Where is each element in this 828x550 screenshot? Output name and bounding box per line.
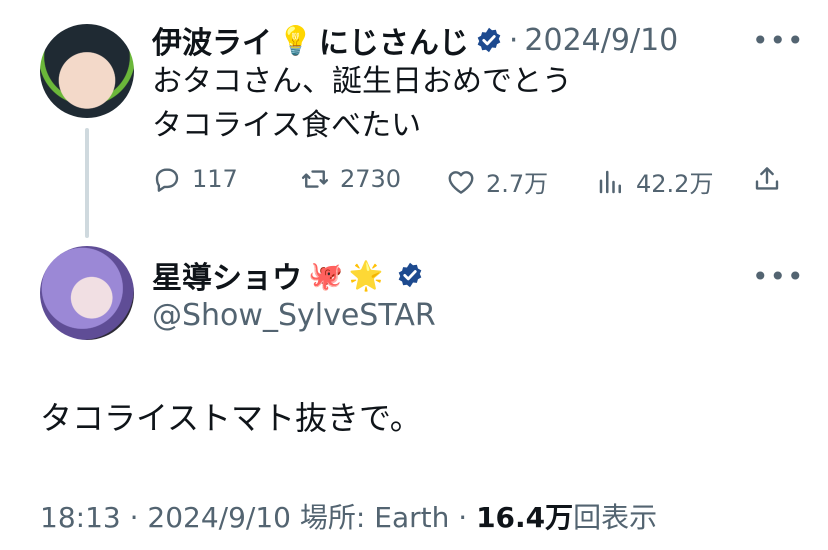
reply-header: 星導ショウ 🐙 🌟 (152, 254, 424, 296)
parent-avatar[interactable] (40, 24, 134, 118)
footer-location: Earth (374, 501, 450, 534)
verified-badge-icon (398, 262, 422, 288)
reply-handle[interactable]: @Show_SylveSTAR (152, 298, 436, 333)
reply-icon (155, 168, 179, 192)
more-icon[interactable]: ••• (752, 24, 805, 57)
octopus-emoji: 🐙 (308, 258, 343, 292)
footer-views-count: 16.4万 (476, 501, 574, 534)
parent-author-suffix[interactable]: にじさんじ (319, 18, 469, 62)
parent-text-line1: おタコさん、誕生日おめでとう (152, 64, 572, 99)
footer-time[interactable]: 18:13 (40, 501, 121, 534)
star-emoji: 🌟 (348, 258, 384, 292)
footer-views-label: 回表示 (573, 501, 658, 534)
reply-author-name[interactable]: 星導ショウ (152, 253, 302, 297)
share-action[interactable] (752, 164, 782, 194)
parent-header: 伊波ライ 💡 にじさんじ · 2024/9/10 (152, 18, 678, 62)
like-action[interactable]: 2.7万 (446, 164, 548, 199)
tweet-footer: 18:13 · 2024/9/10 場所: Earth · 16.4万回表示 (40, 496, 657, 536)
retweet-count: 2730 (340, 165, 402, 193)
reply-count: 117 (192, 165, 238, 193)
parent-tweet-text: おタコさん、誕生日おめでとう タコライス食べたい (152, 60, 572, 148)
lightbulb-emoji: 💡 (278, 23, 313, 57)
like-icon (448, 170, 474, 194)
retweet-action[interactable]: 2730 (300, 164, 401, 194)
verified-badge-icon (477, 27, 501, 53)
share-icon (755, 167, 779, 190)
reply-action[interactable]: 117 (152, 164, 238, 194)
footer-sep2: · (458, 501, 468, 534)
more-icon[interactable]: ••• (752, 260, 805, 293)
footer-date[interactable]: 2024/9/10 (147, 501, 291, 534)
like-count: 2.7万 (486, 170, 549, 198)
parent-text-line2: タコライス食べたい (152, 108, 422, 143)
footer-location-label: 場所: (299, 501, 366, 534)
reply-tweet-text: タコライストマト抜きで。 (40, 399, 422, 437)
reply-avatar[interactable] (40, 246, 134, 340)
thread-connector-line (85, 128, 89, 238)
footer-sep1: · (129, 501, 139, 534)
parent-author-name[interactable]: 伊波ライ (152, 18, 272, 62)
views-count: 42.2万 (636, 170, 714, 198)
parent-date[interactable]: 2024/9/10 (524, 23, 678, 58)
views-icon (599, 170, 621, 193)
separator-dot: · (508, 22, 519, 58)
views-action[interactable]: 42.2万 (596, 164, 713, 199)
retweet-icon (301, 170, 329, 188)
